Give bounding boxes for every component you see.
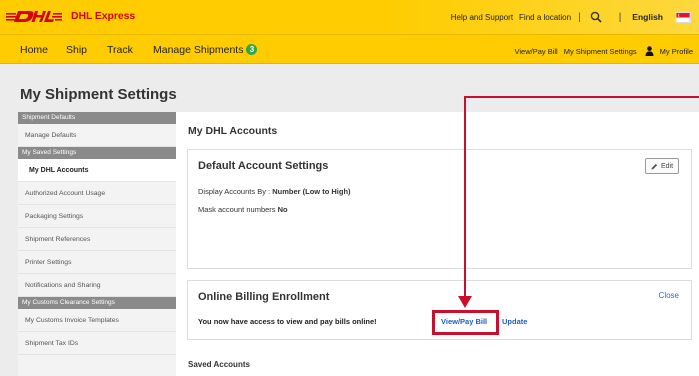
edit-button[interactable]: Edit <box>645 158 679 174</box>
mask-account-setting: Mask account numbers No <box>198 205 288 214</box>
top-header: DHL Express Help and Support Find a loca… <box>0 0 699 34</box>
sidebar-item-shipment-tax-ids[interactable]: Shipment Tax IDs <box>18 332 176 355</box>
edit-label: Edit <box>660 162 674 170</box>
view-pay-bill-nav-link[interactable]: View/Pay Bill <box>514 47 557 56</box>
shipment-count-badge: 3 <box>246 44 258 55</box>
display-accounts-setting: Display Accounts By : Number (Low to Hig… <box>198 187 351 196</box>
separator: | <box>578 11 581 23</box>
main-nav: Home Ship Track Manage Shipments 3 View/P… <box>0 34 699 64</box>
dhl-logo[interactable] <box>6 8 62 25</box>
nav-home[interactable]: Home <box>20 44 48 56</box>
display-accounts-label: Display Accounts By : <box>198 187 271 196</box>
update-link[interactable]: Update <box>502 317 527 326</box>
my-shipment-settings-nav-link[interactable]: My Shipment Settings <box>564 47 637 56</box>
sidebar-item-printer-settings[interactable]: Printer Settings <box>18 251 176 274</box>
billing-message: You now have access to view and pay bill… <box>198 317 377 326</box>
mask-account-value: No <box>277 205 288 214</box>
annotation-highlight-box <box>432 310 499 335</box>
find-location-link[interactable]: Find a location <box>519 13 571 22</box>
section-title: My DHL Accounts <box>188 125 278 137</box>
separator: | <box>618 11 622 23</box>
sidebar-item-customs-invoice-templates[interactable]: My Customs Invoice Templates <box>18 309 176 332</box>
sidebar-item-authorized-account-usage[interactable]: Authorized Account Usage <box>18 182 176 205</box>
account-links: View/Pay Bill My Shipment Settings My Pr… <box>508 46 693 56</box>
display-accounts-value: Number (Low to High) <box>272 187 351 196</box>
sidebar-heading-saved-settings: My Saved Settings <box>18 147 176 159</box>
pencil-icon <box>651 163 658 170</box>
my-profile-nav-link[interactable]: My Profile <box>660 47 693 56</box>
close-link[interactable]: Close <box>659 291 679 300</box>
nav-track[interactable]: Track <box>107 44 133 56</box>
sidebar-item-packaging-settings[interactable]: Packaging Settings <box>18 205 176 228</box>
sidebar-item-notifications-sharing[interactable]: Notifications and Sharing <box>18 274 176 297</box>
default-account-settings-card: Default Account Settings Edit Display Ac… <box>187 149 692 269</box>
singapore-flag-icon[interactable] <box>675 11 691 23</box>
sidebar-item-my-dhl-accounts[interactable]: My DHL Accounts <box>18 159 176 182</box>
nav-ship[interactable]: Ship <box>66 44 87 56</box>
sidebar-heading-shipment-defaults: Shipment Defaults <box>18 112 176 124</box>
mask-account-label: Mask account numbers <box>198 205 276 214</box>
page-title: My Shipment Settings <box>20 86 177 103</box>
sidebar-heading-customs-settings: My Customs Clearance Settings <box>18 297 176 309</box>
card-title: Default Account Settings <box>198 160 329 172</box>
language-selector[interactable]: English <box>632 12 663 22</box>
nav-manage-label: Manage Shipments <box>153 44 244 56</box>
card-title: Online Billing Enrollment <box>198 291 330 303</box>
nav-manage-shipments[interactable]: Manage Shipments 3 <box>153 44 258 56</box>
content-panel: My DHL Accounts Default Account Settings… <box>176 112 699 376</box>
sidebar-item-shipment-references[interactable]: Shipment References <box>18 228 176 251</box>
settings-sidebar: Shipment Defaults Manage Defaults My Sav… <box>18 112 176 376</box>
search-icon[interactable] <box>590 11 602 23</box>
saved-accounts-title: Saved Accounts <box>188 360 250 369</box>
help-support-link[interactable]: Help and Support <box>451 13 513 22</box>
utility-links: Help and Support Find a location | | Eng… <box>445 10 691 24</box>
person-icon <box>645 46 654 56</box>
brand-name: DHL Express <box>71 10 136 22</box>
sidebar-item-manage-defaults[interactable]: Manage Defaults <box>18 124 176 147</box>
